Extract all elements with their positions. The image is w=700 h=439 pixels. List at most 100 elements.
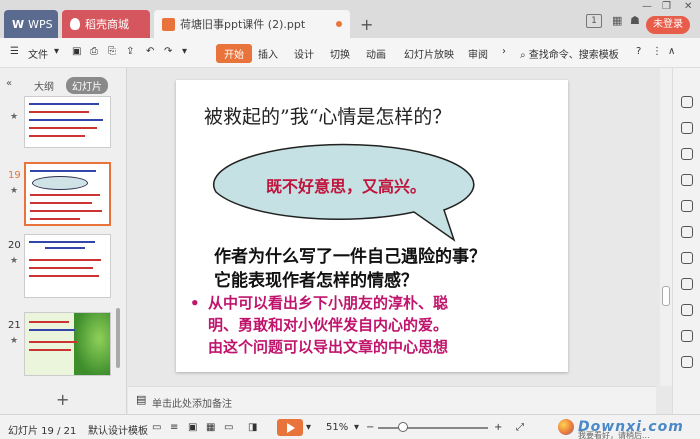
animation-star-icon: ★ (10, 336, 19, 346)
backup-icon[interactable] (681, 200, 693, 212)
magic-wand-icon[interactable] (681, 96, 693, 108)
zoom-out-icon[interactable]: − (366, 422, 374, 433)
slide-panel: « 大纲 幻灯片 ★ 19 ★ 20 ★ 21 ★ + (0, 68, 127, 414)
add-slide-plus-icon[interactable]: + (56, 390, 69, 409)
speech-bubble (213, 143, 475, 242)
template-icon[interactable] (681, 278, 693, 290)
layout-grid-icon[interactable]: ▦ (612, 14, 622, 27)
fit-window-icon[interactable]: ⤢ (516, 422, 524, 433)
command-search-label: 查找命令、搜索模板 (528, 50, 619, 61)
tab-shop-label: 稻壳商城 (85, 18, 129, 31)
window-count-badge[interactable]: 1 (586, 14, 602, 28)
save-icon[interactable]: ▣ (72, 46, 81, 57)
tab-insert[interactable]: 插入 (258, 46, 278, 61)
notes-bar[interactable]: ▤ 单击此处添加备注 (128, 386, 656, 414)
tab-wps[interactable]: W WPS (4, 10, 58, 38)
slide-number-19: 19 (8, 170, 21, 181)
canvas-scrollbar-thumb[interactable] (662, 286, 670, 306)
design-template-label[interactable]: 默认设计模板 (88, 422, 148, 437)
answer-block: • 从中可以看出乡下小朋友的淳朴、聪 明、勇敢和对小伙伴发自内心的爱。 由这个问题… (190, 292, 560, 358)
zoom-chevron-icon[interactable]: ▾ (354, 422, 359, 433)
close-icon[interactable]: ✕ (684, 1, 692, 12)
more-chevron-icon[interactable]: ▾ (182, 46, 187, 57)
slide-thumbnail-20[interactable] (24, 234, 111, 298)
collapse-panel-icon[interactable]: « (6, 78, 12, 89)
skin-shirt-icon[interactable]: ☗ (630, 14, 640, 27)
collapse-ribbon-icon[interactable]: ∧ (668, 46, 675, 57)
scroll-right-icon[interactable]: › (502, 46, 506, 57)
menu-bar: ☰ 文件 ▾ ▣ ⎙ ⎘ ⇪ ↶ ↷ ▾ 开始 插入 设计 切换 动画 幻灯片放… (0, 38, 700, 68)
zoom-value[interactable]: 51% (326, 422, 348, 433)
search-icon: ⌕ (520, 50, 526, 61)
notes-icon: ▤ (136, 393, 147, 406)
watermark: Downxi.com 我要看好，请稍后... (556, 417, 696, 439)
chevron-down-icon[interactable]: ▾ (54, 46, 59, 57)
export-icon[interactable]: ⇪ (126, 46, 134, 57)
flame-icon (70, 18, 80, 30)
tab-review[interactable]: 审阅 (468, 46, 488, 61)
more-options-icon[interactable]: ⋮ (652, 46, 662, 57)
presenter-icon[interactable]: ◨ (248, 422, 257, 433)
notes-toggle-icon[interactable]: ≡ (170, 422, 178, 433)
tab-outline[interactable]: 大纲 (34, 78, 54, 93)
file-menu[interactable]: 文件 (28, 46, 48, 61)
tab-design[interactable]: 设计 (294, 46, 314, 61)
question-line-1: 作者为什么写了一件自己遇险的事？ (214, 247, 486, 267)
new-tab-plus-icon[interactable]: + (360, 15, 373, 34)
answer-line-3: 由这个问题可以导出文章的中心思想 (208, 338, 449, 356)
bubble-text: 既不好意思，又高兴。 (266, 177, 427, 196)
tab-start[interactable]: 开始 (216, 44, 252, 63)
object-format-icon[interactable] (681, 122, 693, 134)
notes-placeholder: 单击此处添加备注 (152, 399, 232, 410)
current-slide[interactable]: 被救起的”我“心情是怎样的？ 既不好意思，又高兴。 作者为什么写了一件自己遇险的… (176, 80, 568, 372)
watermark-subtext: 我要看好，请稍后... (578, 431, 650, 439)
help-panel-icon[interactable] (681, 304, 693, 316)
sorter-view-icon[interactable]: ▦ (206, 422, 215, 433)
hamburger-icon[interactable]: ☰ (10, 46, 19, 57)
animation-star-icon: ★ (10, 256, 19, 266)
undo-icon[interactable]: ↶ (146, 46, 154, 57)
animation-panel-icon[interactable] (681, 148, 693, 160)
panel-scrollbar[interactable] (116, 308, 120, 368)
wps-logo-icon: W (12, 17, 25, 31)
export-image-icon[interactable] (681, 252, 693, 264)
unsaved-dot-icon (336, 21, 342, 27)
more-icon[interactable] (681, 356, 693, 368)
answer-line-1: 从中可以看出乡下小朋友的淳朴、聪 (208, 294, 449, 312)
print-icon[interactable]: ⎘ (108, 46, 116, 57)
play-slideshow-button[interactable] (277, 419, 303, 436)
tab-document[interactable]: 荷塘旧事ppt课件 (2).ppt (154, 10, 350, 38)
reading-view-icon[interactable]: ▭ (224, 422, 233, 433)
login-button[interactable]: 未登录 (646, 16, 690, 34)
tab-slides[interactable]: 幻灯片 (66, 77, 108, 94)
minimize-icon[interactable]: — (642, 1, 652, 12)
feedback-icon[interactable] (681, 330, 693, 342)
tab-slideshow[interactable]: 幻灯片放映 (404, 46, 454, 61)
canvas-scrollbar[interactable] (660, 68, 672, 386)
slide-number-20: 20 (8, 240, 21, 251)
print-preview-icon[interactable]: ⎙ (90, 46, 98, 57)
slide-thumbnail-21[interactable] (24, 312, 111, 376)
play-options-chevron-icon[interactable]: ▾ (306, 422, 311, 433)
zoom-in-icon[interactable]: + (494, 422, 502, 433)
answer-line-2: 明、勇敢和对小伙伴发自内心的爱。 (208, 316, 449, 334)
share-icon[interactable] (681, 226, 693, 238)
title-bar: W WPS 稻壳商城 荷塘旧事ppt课件 (2).ppt + 1 ▦ ☗ 未登录… (0, 0, 700, 38)
zoom-slider-knob[interactable] (398, 422, 408, 432)
comment-icon[interactable]: ▭ (152, 422, 161, 433)
settings-sliders-icon[interactable] (681, 174, 693, 186)
help-icon[interactable]: ? (636, 46, 641, 57)
normal-view-icon[interactable]: ▣ (188, 422, 197, 433)
tab-wps-label: WPS (28, 17, 53, 31)
tab-shop[interactable]: 稻壳商城 (62, 10, 150, 38)
slide-thumbnail-18[interactable] (24, 96, 111, 148)
command-search[interactable]: ⌕ 查找命令、搜索模板 (520, 46, 619, 61)
zoom-slider[interactable] (378, 427, 488, 429)
animation-star-icon: ★ (10, 112, 19, 122)
ppt-file-icon (162, 17, 175, 31)
slide-thumbnail-19[interactable] (24, 162, 111, 226)
redo-icon[interactable]: ↷ (164, 46, 172, 57)
tab-transition[interactable]: 切换 (330, 46, 350, 61)
restore-icon[interactable]: ❐ (662, 1, 671, 12)
tab-animation[interactable]: 动画 (366, 46, 386, 61)
